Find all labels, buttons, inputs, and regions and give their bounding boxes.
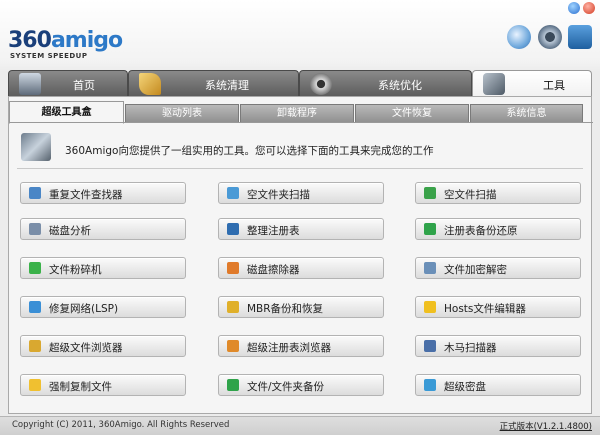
logo-part-b: amigo [50,28,123,53]
tab-system-clean-label: 系统清理 [205,79,249,92]
tool-button-label: Hosts文件编辑器 [444,303,526,315]
tool-button[interactable]: 空文件夹扫描 [218,182,384,204]
tools-icon [483,73,505,95]
subtab-uninstall[interactable]: 卸载程序 [240,104,354,123]
tab-home[interactable]: 首页 [8,70,128,96]
tab-tools[interactable]: 工具 [472,70,592,96]
tool-button-label: 超级注册表浏览器 [247,342,331,354]
tool-button[interactable]: 超级密盘 [415,374,581,396]
backup-icon [227,379,239,391]
tool-button-label: 修复网络(LSP) [49,303,119,315]
minimize-icon[interactable] [568,2,580,14]
eraser-icon [227,262,239,274]
status-bar: Copyright (C) 2011, 360Amigo. All Rights… [0,416,600,435]
logo-part-a: 360 [8,28,52,53]
subtab-file-recovery[interactable]: 文件恢复 [355,104,469,123]
subtab-system-info[interactable]: 系统信息 [470,104,583,123]
disk-icon [29,223,41,235]
tool-button-label: 空文件夹扫描 [247,189,310,201]
tool-button[interactable]: 强制复制文件 [20,374,186,396]
tag-icon [29,340,41,352]
tool-button[interactable]: 文件粉碎机 [20,257,186,279]
mbr-icon [227,301,239,313]
tab-tools-label: 工具 [543,79,565,92]
subtab-super-toolbox-label: 超级工具盒 [41,107,92,118]
user-icon[interactable] [568,25,592,49]
tool-button-label: 超级密盘 [444,381,486,393]
subtab-system-info-label: 系统信息 [506,108,547,119]
tool-button[interactable]: 注册表备份还原 [415,218,581,240]
tab-system-clean[interactable]: 系统清理 [128,70,299,96]
logo-tagline: SYSTEM SPEEDUP [10,52,88,60]
registry-icon [227,223,239,235]
subtab-super-toolbox[interactable]: 超级工具盒 [9,101,124,124]
tool-button[interactable]: 磁盘分析 [20,218,186,240]
settings-icon[interactable] [538,25,562,49]
tool-button[interactable]: 文件/文件夹备份 [218,374,384,396]
subtab-driver-list-label: 驱动列表 [162,108,202,119]
divider [17,168,583,169]
tool-button-label: 磁盘分析 [49,225,91,237]
intro-text: 360Amigo向您提供了一组实用的工具。您可以选择下面的工具来完成您的工作 [65,145,434,157]
lock-file-icon [424,262,436,274]
tool-button[interactable]: 空文件扫描 [415,182,581,204]
tool-button-label: 空文件扫描 [444,189,497,201]
tools-panel: 超级工具盒 驱动列表 卸载程序 文件恢复 系统信息 360Amigo向您提供了一… [8,96,593,414]
tool-button[interactable]: 重复文件查找器 [20,182,186,204]
tool-button-label: 整理注册表 [247,225,300,237]
sub-tab-bar: 超级工具盒 驱动列表 卸载程序 文件恢复 系统信息 [9,101,593,124]
tool-button-label: MBR备份和恢复 [247,303,324,315]
people-icon [29,187,41,199]
subtab-underline [9,122,593,123]
home-icon [19,73,41,95]
registry-browser-icon [227,340,239,352]
app-logo: 360amigo SYSTEM SPEEDUP [8,28,123,64]
folder-copy-icon [29,379,41,391]
tab-system-optimize[interactable]: 系统优化 [299,70,472,96]
tool-button[interactable]: Hosts文件编辑器 [415,296,581,318]
tool-button-label: 磁盘擦除器 [247,264,300,276]
gear-icon [310,73,332,95]
tool-button[interactable]: 修复网络(LSP) [20,296,186,318]
tool-button-label: 文件粉碎机 [49,264,102,276]
tool-button-label: 超级文件浏览器 [49,342,123,354]
tool-button-label: 重复文件查找器 [49,189,123,201]
tab-home-label: 首页 [73,79,95,92]
subtab-file-recovery-label: 文件恢复 [392,108,432,119]
tool-button-label: 文件加密解密 [444,264,507,276]
tool-button-label: 注册表备份还原 [444,225,518,237]
logo-wordmark: 360amigo [8,28,123,53]
chat-icon [424,379,436,391]
tool-button[interactable]: 超级注册表浏览器 [218,335,384,357]
tool-button-label: 强制复制文件 [49,381,112,393]
tool-button[interactable]: MBR备份和恢复 [218,296,384,318]
tab-system-optimize-label: 系统优化 [378,79,422,92]
tool-button[interactable]: 文件加密解密 [415,257,581,279]
tool-button[interactable]: 超级文件浏览器 [20,335,186,357]
app-window: 360amigo SYSTEM SPEEDUP 首页 系统清理 系统优化 工具 … [0,0,600,435]
copyright-text: Copyright (C) 2011, 360Amigo. All Rights… [12,420,230,430]
refresh-icon[interactable] [507,25,531,49]
network-icon [29,301,41,313]
main-tab-bar: 首页 系统清理 系统优化 工具 [8,70,592,96]
toolbox-icon [21,133,51,161]
broom-icon [139,73,161,95]
tool-button[interactable]: 磁盘擦除器 [218,257,384,279]
close-icon[interactable] [583,2,595,14]
version-link[interactable]: 正式版本(V1.2.1.4800) [500,420,592,432]
star-icon [424,301,436,313]
subtab-driver-list[interactable]: 驱动列表 [125,104,239,123]
tool-button[interactable]: 木马扫描器 [415,335,581,357]
folder-icon [227,187,239,199]
tool-button-label: 木马扫描器 [444,342,497,354]
file-scan-icon [424,187,436,199]
shredder-icon [29,262,41,274]
subtab-uninstall-label: 卸载程序 [277,108,317,119]
grid-icon [424,340,436,352]
tool-button-label: 文件/文件夹备份 [247,381,325,393]
tool-button[interactable]: 整理注册表 [218,218,384,240]
plus-icon [424,223,436,235]
